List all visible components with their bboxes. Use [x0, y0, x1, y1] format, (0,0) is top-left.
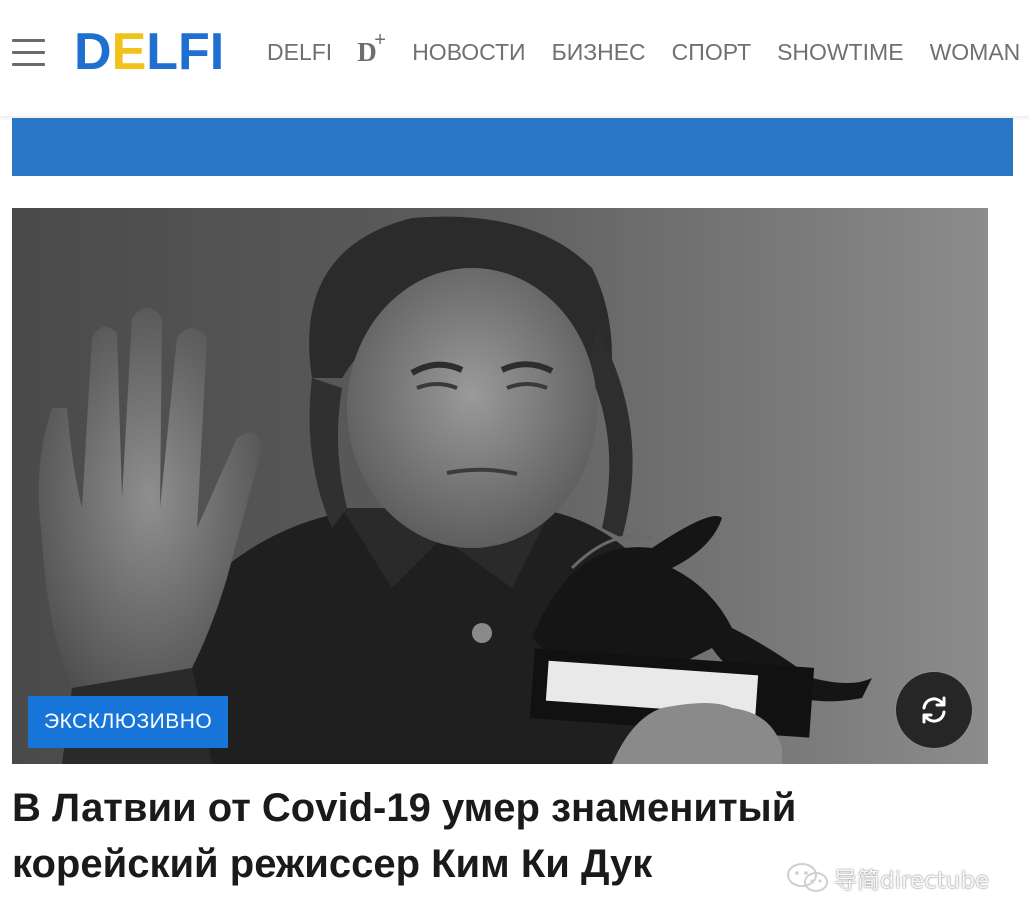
ad-banner[interactable]: [12, 118, 1013, 176]
refresh-button[interactable]: [896, 672, 972, 748]
watermark: 导简directube: [786, 860, 989, 896]
hero-photo: [12, 208, 988, 764]
hamburger-menu-icon[interactable]: [12, 39, 45, 66]
delfi-logo[interactable]: DELFI: [74, 24, 224, 80]
nav-item-dplus[interactable]: D +: [357, 29, 389, 70]
wechat-icon: [787, 863, 828, 892]
nav-item-showtime[interactable]: SHOWTIME: [777, 34, 904, 70]
article-headline[interactable]: В Латвии от Covid-19 умер знаменитый кор…: [12, 780, 912, 892]
watermark-text: 导简directube: [834, 868, 990, 894]
menu-line: [12, 51, 45, 54]
article-hero-image[interactable]: [12, 208, 988, 764]
dplus-plus: +: [374, 29, 386, 51]
nav-item-woman[interactable]: WOMAN: [930, 34, 1021, 70]
menu-line: [12, 63, 45, 66]
exclusive-badge[interactable]: ЭКСКЛЮЗИВНО: [28, 696, 229, 748]
refresh-icon: [922, 696, 946, 724]
site-header: DELFI DELFI D + НОВОСТИ БИЗНЕС СПОРТ SHOW…: [0, 0, 1030, 116]
nav-item-novosti[interactable]: НОВОСТИ: [412, 34, 525, 70]
menu-line: [12, 39, 45, 42]
nav-item-sport[interactable]: СПОРТ: [672, 34, 751, 70]
nav-item-biznes[interactable]: БИЗНЕС: [552, 34, 646, 70]
nav-item-delfi[interactable]: DELFI: [267, 34, 332, 70]
main-nav: DELFI D + НОВОСТИ БИЗНЕС СПОРТ SHOWTIME W…: [267, 29, 1021, 70]
